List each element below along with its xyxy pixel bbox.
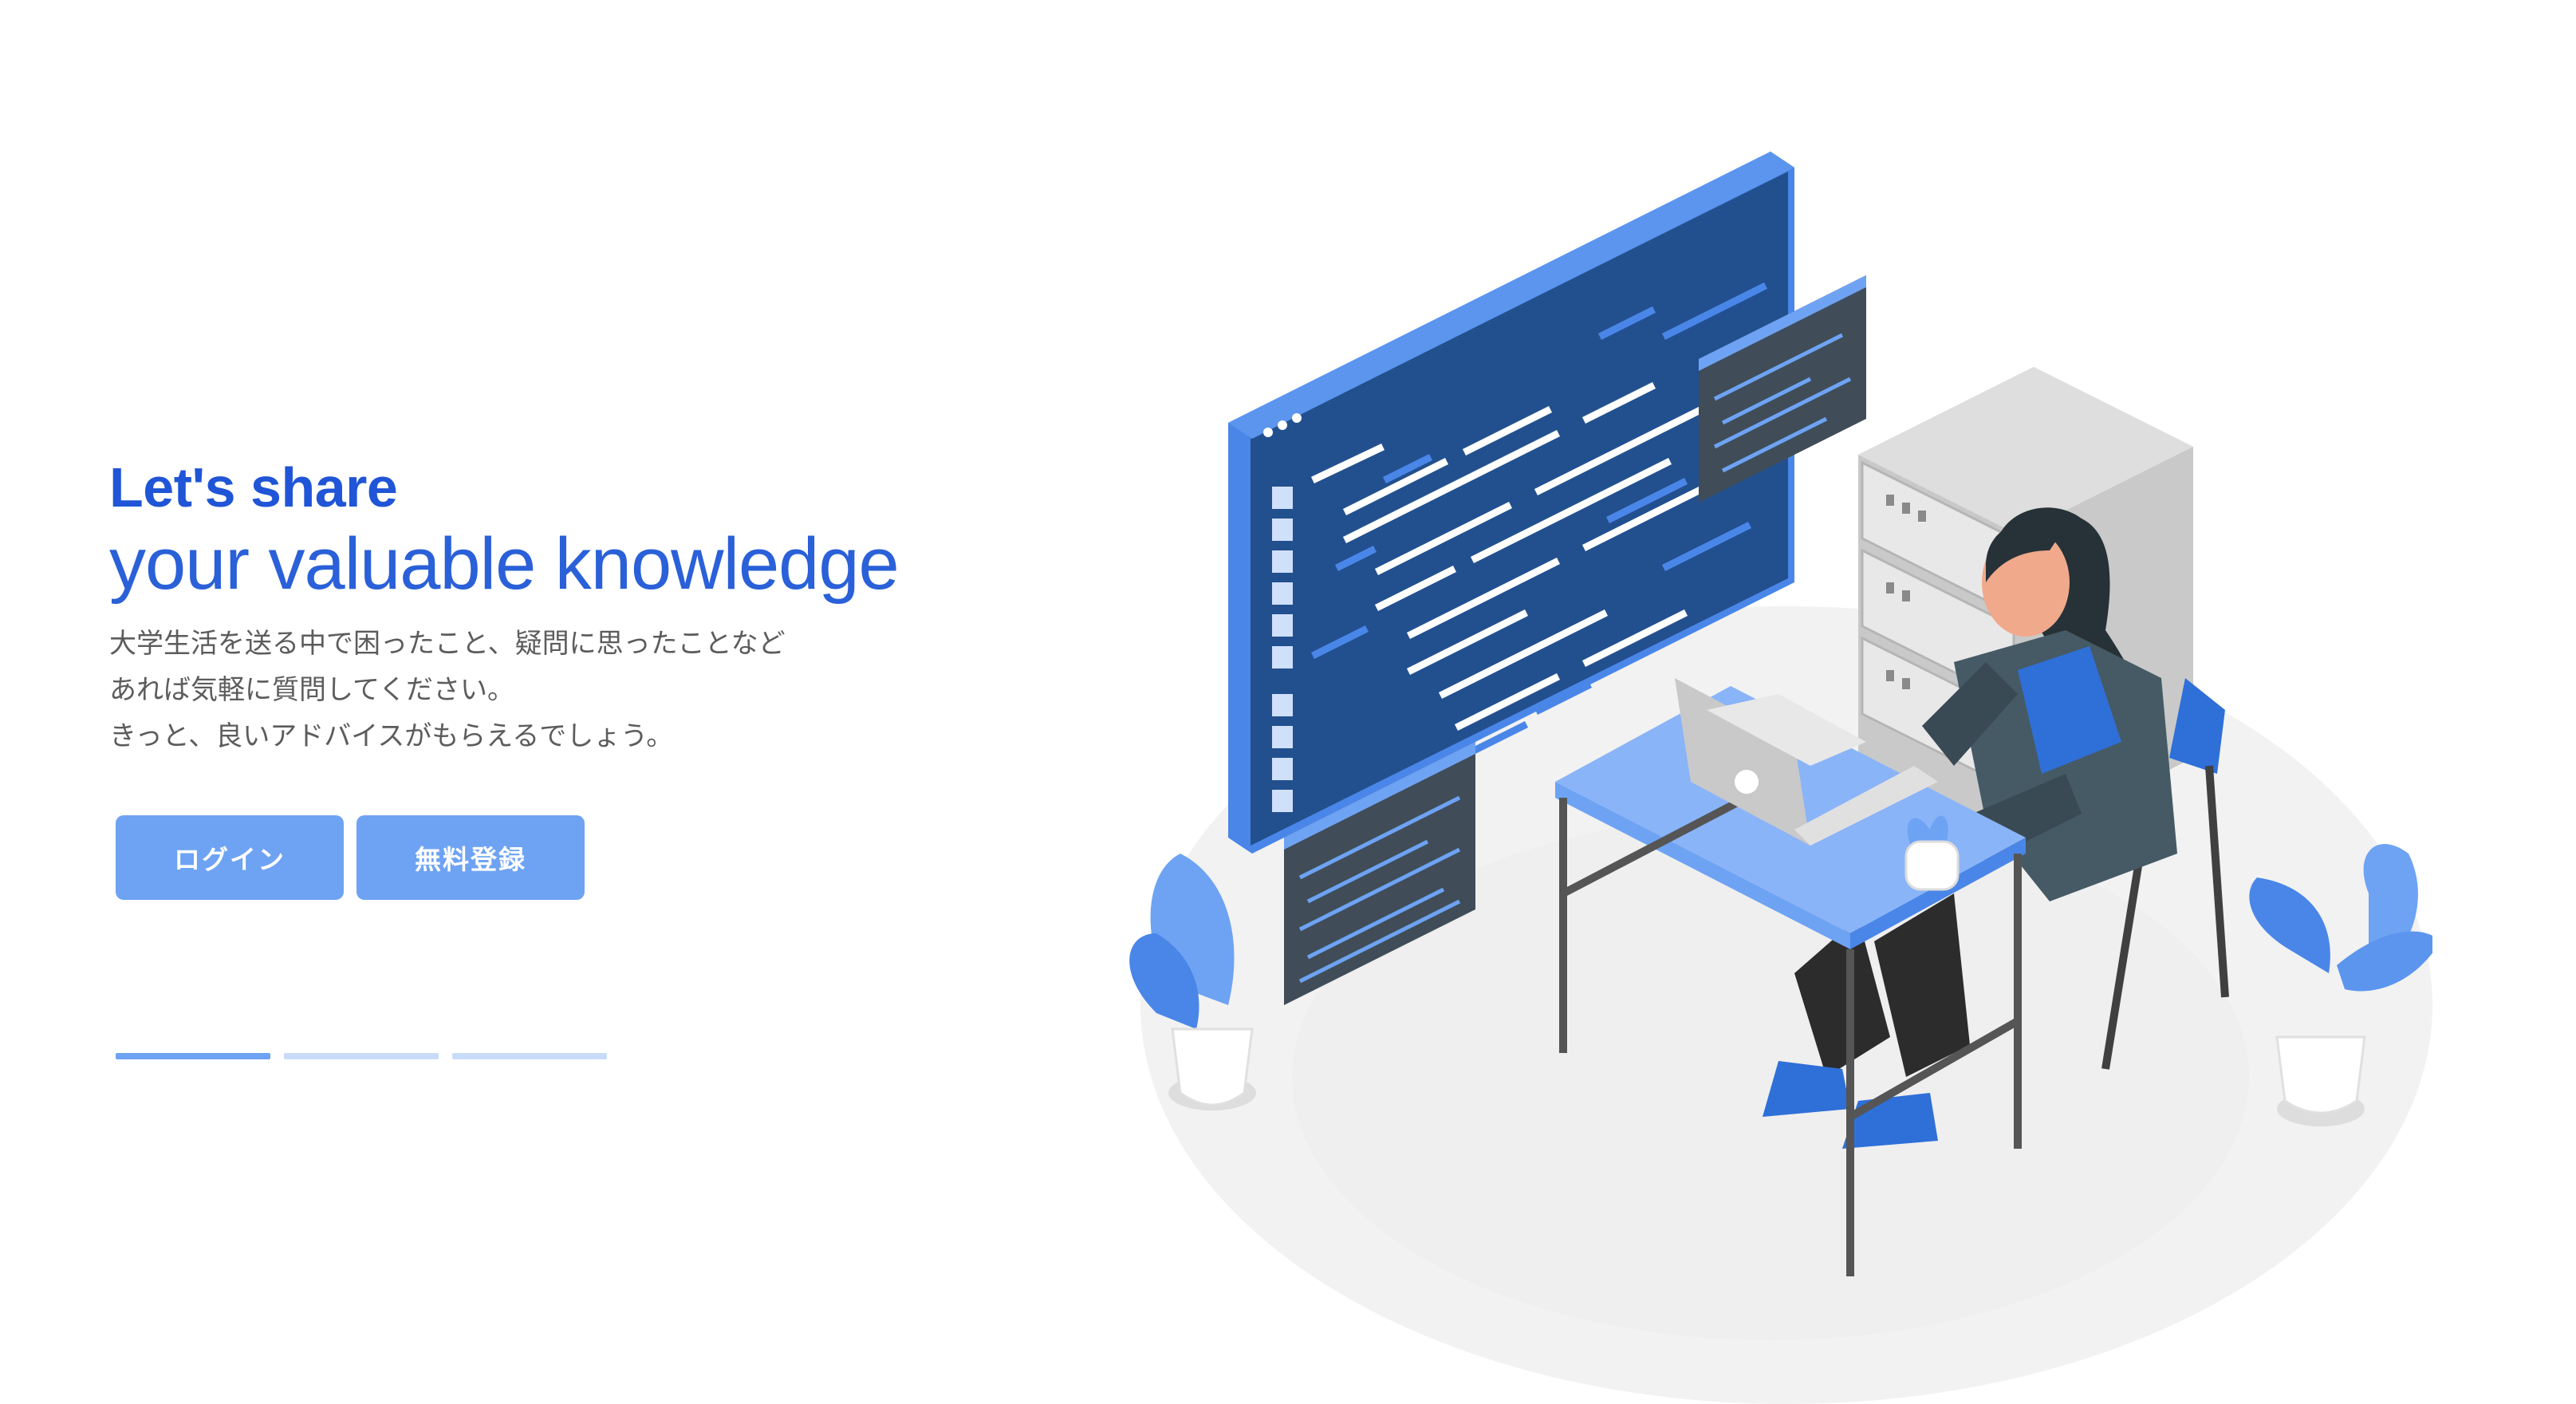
hero-text-block: Let's share your valuable knowledge 大学生活…	[109, 455, 1098, 759]
carousel-indicator-1[interactable]	[116, 1053, 270, 1059]
hero-description: 大学生活を送る中で困ったこと、疑問に思ったことなど あれば気軽に質問してください…	[109, 621, 1098, 759]
headline-light: your valuable knowledge	[109, 523, 900, 605]
landing-page: Let's share your valuable knowledge 大学生活…	[0, 0, 2576, 1404]
hero-illustration	[1109, 136, 2440, 1404]
description-line: きっと、良いアドバイスがもらえるでしょう。	[109, 720, 674, 752]
description-line: 大学生活を送る中で困ったこと、疑問に思ったことなど	[109, 628, 786, 660]
carousel-indicators	[116, 1053, 607, 1059]
description-line: あれば気軽に質問してください。	[109, 674, 514, 706]
carousel-indicator-3[interactable]	[452, 1053, 607, 1059]
cta-buttons: ログイン 無料登録	[116, 815, 585, 900]
register-button[interactable]: 無料登録	[356, 815, 585, 900]
login-button[interactable]: ログイン	[116, 815, 344, 900]
headline-bold: Let's share	[109, 456, 398, 519]
carousel-indicator-2[interactable]	[284, 1053, 439, 1059]
